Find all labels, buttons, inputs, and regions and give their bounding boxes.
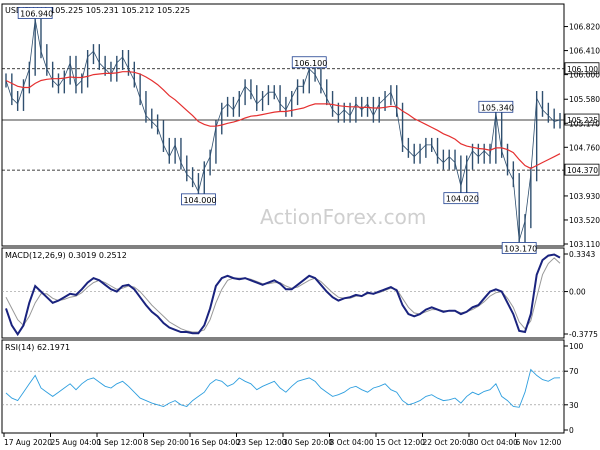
level-label: 104.370 xyxy=(567,166,598,175)
time-tick-label: 30 Oct 04:00 xyxy=(469,438,518,447)
time-tick-label: 22 Oct 20:00 xyxy=(423,438,472,447)
macd-tick-label: 0.3343 xyxy=(569,250,595,259)
time-tick-label: 1 Sep 12:00 xyxy=(97,438,143,447)
time-tick-label: 25 Aug 04:00 xyxy=(51,438,102,447)
annotation-label: 106.940 xyxy=(20,10,53,19)
rsi-header: RSI(14) 62.1971 xyxy=(5,343,70,352)
macd-tick-label: 0.00 xyxy=(569,288,586,297)
price-tick-label: 103.110 xyxy=(569,240,600,249)
annotation-label: 105.340 xyxy=(481,103,514,112)
rsi-tick-label: 30 xyxy=(569,401,579,410)
time-tick-label: 30 Sep 20:00 xyxy=(283,438,333,447)
price-tick-label: 105.170 xyxy=(569,119,600,128)
time-axis: 17 Aug 202025 Aug 04:001 Sep 12:00 8 Sep … xyxy=(3,433,562,447)
macd-header: MACD(12,26,9) 0.3019 0.2512 xyxy=(5,251,127,260)
time-tick-label: 17 Aug 2020 xyxy=(4,438,52,447)
price-tick-label: 105.580 xyxy=(569,95,600,104)
price-tick-label: 106.410 xyxy=(569,47,600,56)
watermark: ActionForex.com xyxy=(260,205,426,229)
rsi-line xyxy=(5,368,561,408)
price-tick-label: 103.930 xyxy=(569,192,600,201)
rsi-tick-label: 0 xyxy=(569,426,574,435)
macd-main-line xyxy=(5,253,561,337)
rsi-tick-label: 100 xyxy=(569,342,584,351)
price-tick-label: 106.000 xyxy=(569,71,600,80)
macd-signal-line xyxy=(5,257,561,333)
time-tick-label: 15 Oct 12:00 xyxy=(376,438,425,447)
time-tick-label: 8 Oct 04:00 xyxy=(330,438,374,447)
macd-plot: 0.3343 0.00 -0.3775 xyxy=(2,250,598,339)
price-tick-label: 104.760 xyxy=(569,143,600,152)
annotation-label: 104.000 xyxy=(183,196,216,205)
time-tick-label: 8 Sep 20:00 xyxy=(144,438,190,447)
rsi-plot: 100 70 30 0 xyxy=(2,342,584,435)
macd-tick-label: -0.3775 xyxy=(569,330,598,339)
chart-canvas: USDJPY,H4 105.225 105.231 105.212 105.22… xyxy=(1,3,600,447)
time-tick-label: 6 Nov 12:00 xyxy=(516,438,562,447)
annotation-label: 106.100 xyxy=(294,59,327,68)
rsi-tick-label: 70 xyxy=(569,367,579,376)
time-tick-label: 16 Sep 04:00 xyxy=(190,438,240,447)
rsi-panel-frame xyxy=(1,339,565,434)
macd-panel-frame xyxy=(1,247,565,339)
annotation-label: 104.020 xyxy=(446,195,479,204)
time-tick-label: 23 Sep 12:00 xyxy=(237,438,287,447)
price-tick-label: 103.520 xyxy=(569,216,600,225)
price-tick-label: 106.820 xyxy=(569,23,600,32)
annotation-label: 103.170 xyxy=(504,244,537,253)
